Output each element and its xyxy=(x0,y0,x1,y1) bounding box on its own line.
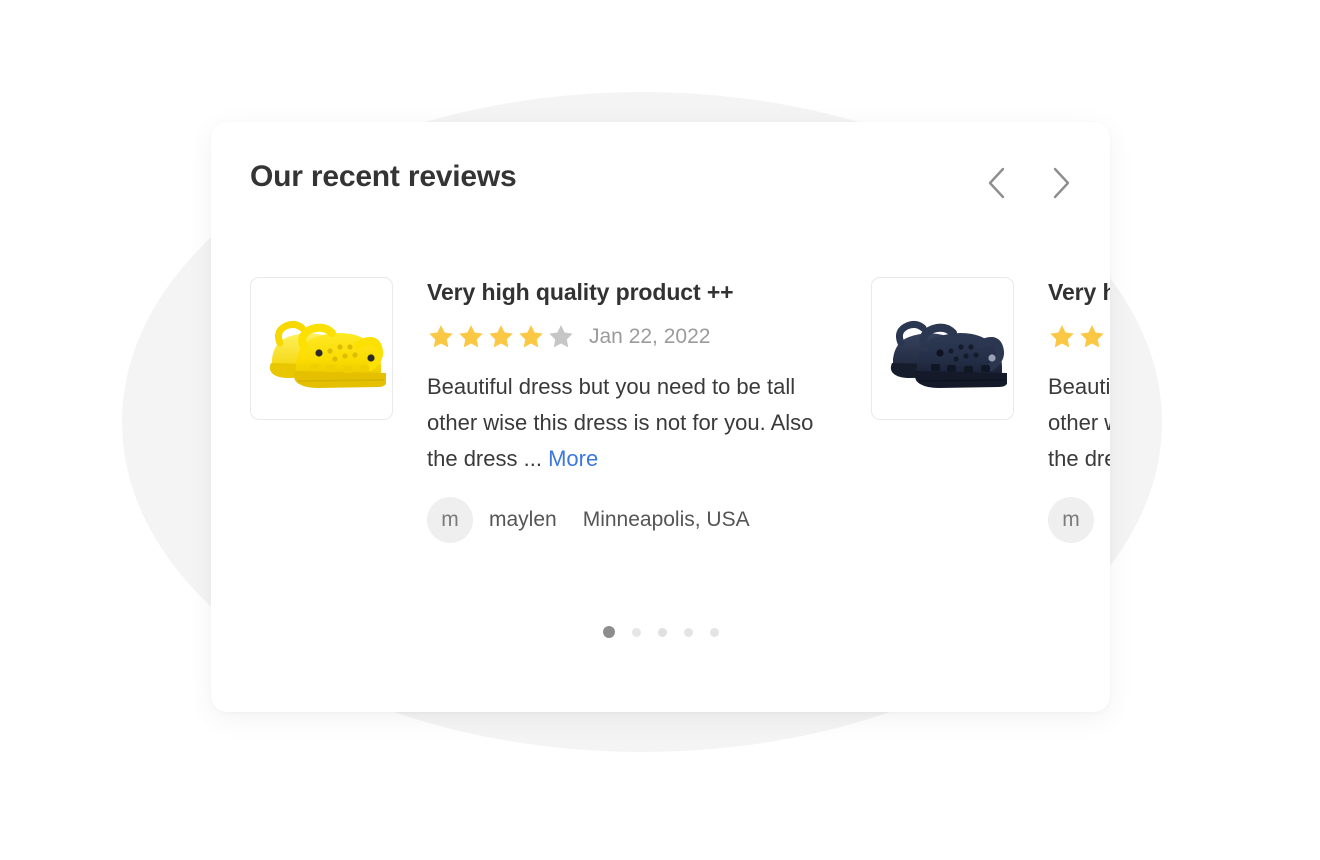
pagination-dot-1[interactable] xyxy=(602,626,615,638)
review-date: Jan 22, 2022 xyxy=(589,324,711,348)
rating-row: Jan 22, 2022 xyxy=(427,323,810,351)
next-button[interactable] xyxy=(1040,162,1082,204)
review-author: m maylen Minneapolis, USA xyxy=(1048,496,1110,543)
page-root: Our recent reviews Very high quality pro… xyxy=(0,0,1320,860)
review-author: m maylen Minneapolis, USA xyxy=(427,496,810,543)
prev-button[interactable] xyxy=(976,162,1018,204)
product-thumbnail[interactable] xyxy=(250,277,393,420)
review-title: Very high quality product ++ xyxy=(1048,279,1110,305)
author-name: maylen xyxy=(489,507,557,531)
avatar: m xyxy=(427,496,473,543)
star-icon-filled xyxy=(427,323,455,351)
pagination-dot-4[interactable] xyxy=(683,627,693,637)
carousel-viewport: Very high quality product ++ Jan 22, 202… xyxy=(211,277,1110,577)
page-title: Our recent reviews xyxy=(250,160,517,193)
pagination-dot-2[interactable] xyxy=(631,627,641,637)
star-rating xyxy=(1048,323,1110,351)
star-icon-empty xyxy=(547,323,575,351)
review-text: Beautiful dress but you need to be tall … xyxy=(1048,369,1110,477)
review-slide[interactable]: Very high quality product ++ xyxy=(250,277,813,543)
chevron-right-icon xyxy=(1048,166,1074,200)
carousel-pagination xyxy=(211,626,1110,638)
star-icon-filled xyxy=(457,323,485,351)
rating-row: Jan 22, 2022 xyxy=(1048,323,1110,351)
review-text-body: Beautiful dress but you need to be tall … xyxy=(427,373,814,471)
pagination-dot-5[interactable] xyxy=(709,627,719,637)
star-rating xyxy=(427,323,575,351)
pagination-dot-3[interactable] xyxy=(657,627,667,637)
reviews-carousel-card: Our recent reviews Very high quality pro… xyxy=(211,122,1110,712)
star-icon-filled xyxy=(1108,323,1110,351)
review-content: Very high quality product ++ xyxy=(427,277,813,543)
carousel-nav xyxy=(976,162,1082,204)
product-thumbnail[interactable] xyxy=(871,277,1014,420)
review-text: Beautiful dress but you need to be tall … xyxy=(427,369,817,477)
navy-clog-shoe-image xyxy=(879,285,1007,413)
review-text-body: Beautiful dress but you need to be tall … xyxy=(1048,373,1110,471)
review-content: Very high quality product ++ xyxy=(1048,277,1110,543)
chevron-left-icon xyxy=(984,166,1010,200)
star-icon-filled xyxy=(1048,323,1076,351)
avatar: m xyxy=(1048,496,1094,543)
star-icon-filled xyxy=(487,323,515,351)
carousel-track: Very high quality product ++ Jan 22, 202… xyxy=(250,277,1110,543)
star-icon-filled xyxy=(1078,323,1106,351)
author-location: Minneapolis, USA xyxy=(582,507,750,531)
card-header: Our recent reviews xyxy=(211,122,1110,262)
more-link[interactable]: More xyxy=(548,446,598,471)
star-icon-filled xyxy=(517,323,545,351)
review-title: Very high quality product ++ xyxy=(427,279,734,305)
review-slide[interactable]: Very high quality product ++ xyxy=(871,277,1110,543)
yellow-clog-shoe-image xyxy=(258,285,386,413)
